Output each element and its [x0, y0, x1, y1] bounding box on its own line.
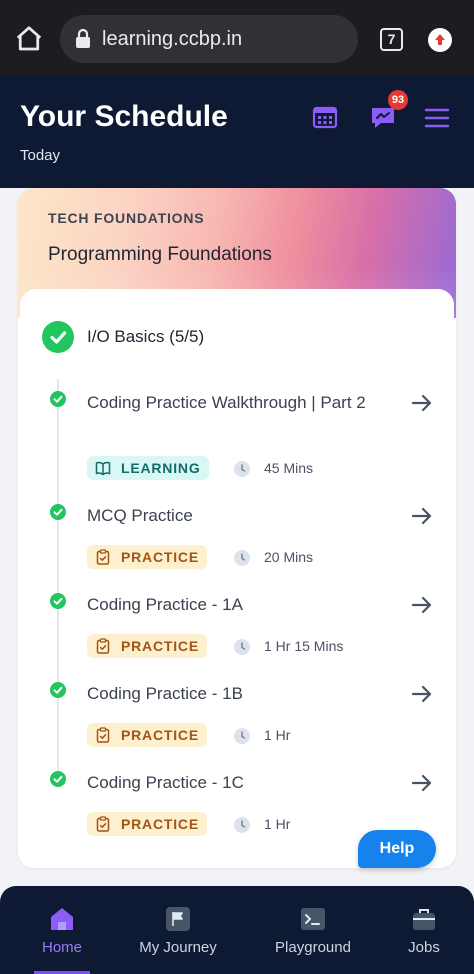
- nav-label: My Journey: [139, 939, 217, 956]
- complete-check-icon: [50, 682, 66, 698]
- course-category: TECH FOUNDATIONS: [48, 210, 205, 226]
- lesson-type-tag: LEARNING: [87, 456, 209, 480]
- page-subtitle: Today: [20, 147, 61, 164]
- url-text: learning.ccbp.in: [102, 28, 243, 50]
- course-card: TECH FOUNDATIONS Programming Foundations…: [18, 188, 456, 868]
- flag-icon: [165, 906, 191, 932]
- clock-icon: [234, 550, 250, 566]
- lesson-duration: 45 Mins: [264, 460, 314, 476]
- lesson-duration: 20 Mins: [264, 549, 314, 565]
- lesson-title[interactable]: Coding Practice - 1B: [87, 679, 387, 708]
- nav-label: Home: [41, 939, 82, 956]
- lesson-title[interactable]: Coding Practice - 1A: [87, 590, 387, 619]
- complete-check-icon: [50, 504, 66, 520]
- briefcase-icon: [411, 906, 437, 932]
- arrow-right-icon[interactable]: [411, 393, 433, 413]
- clipboard-icon: [96, 638, 110, 654]
- lesson-type-tag: PRACTICE: [87, 723, 207, 747]
- nav-label: Playground: [275, 939, 351, 956]
- calendar-icon[interactable]: [312, 104, 338, 130]
- clock-icon: [234, 639, 250, 655]
- nav-label: Jobs: [408, 939, 440, 956]
- course-title: Programming Foundations: [48, 244, 272, 265]
- terminal-icon: [300, 906, 326, 932]
- lesson-title[interactable]: Coding Practice Walkthrough | Part 2: [87, 388, 387, 417]
- clipboard-icon: [96, 549, 110, 565]
- complete-check-icon: [50, 391, 66, 407]
- lesson-title[interactable]: Coding Practice - 1C: [87, 768, 387, 797]
- upload-icon[interactable]: [428, 28, 452, 52]
- browser-toolbar: learning.ccbp.in 7: [0, 0, 474, 76]
- tag-label: PRACTICE: [121, 638, 199, 654]
- section-panel: I/O Basics (5/5) Coding Practice Walkthr…: [20, 289, 454, 868]
- bottom-navigation: Home My Journey Playground Jobs: [0, 886, 474, 974]
- lock-icon: [74, 28, 92, 50]
- home-icon[interactable]: [14, 24, 44, 54]
- notification-badge: 93: [388, 90, 408, 110]
- nav-item-home[interactable]: Home: [14, 886, 110, 974]
- arrow-right-icon[interactable]: [411, 595, 433, 615]
- nav-item-jobs[interactable]: Jobs: [392, 886, 456, 974]
- complete-check-icon: [50, 593, 66, 609]
- tag-label: PRACTICE: [121, 816, 199, 832]
- timeline-line: [57, 379, 59, 779]
- schedule-content: TECH FOUNDATIONS Programming Foundations…: [0, 188, 474, 886]
- section-title[interactable]: I/O Basics (5/5): [87, 327, 204, 347]
- lesson-duration: 1 Hr 15 Mins: [264, 638, 344, 654]
- page-title: Your Schedule: [20, 100, 228, 133]
- clock-icon: [234, 728, 250, 744]
- home-icon: [49, 906, 75, 932]
- lesson-title[interactable]: MCQ Practice: [87, 501, 387, 530]
- nav-item-playground[interactable]: Playground: [262, 886, 364, 974]
- nav-item-my-journey[interactable]: My Journey: [128, 886, 228, 974]
- lesson-duration: 1 Hr: [264, 727, 291, 743]
- tag-label: PRACTICE: [121, 727, 199, 743]
- book-icon: [95, 461, 111, 476]
- complete-check-icon: [50, 771, 66, 787]
- tab-switcher-icon[interactable]: 7: [380, 28, 403, 51]
- lesson-type-tag: PRACTICE: [87, 545, 207, 569]
- help-button[interactable]: Help: [358, 830, 436, 868]
- lesson-duration: 1 Hr: [264, 816, 291, 832]
- clipboard-icon: [96, 727, 110, 743]
- address-bar[interactable]: learning.ccbp.in: [60, 15, 358, 63]
- lesson-type-tag: PRACTICE: [87, 812, 207, 836]
- section-complete-check-icon: [42, 321, 74, 353]
- hamburger-menu-icon[interactable]: [424, 107, 450, 129]
- lesson-type-tag: PRACTICE: [87, 634, 207, 658]
- clock-icon: [234, 817, 250, 833]
- tag-label: PRACTICE: [121, 549, 199, 565]
- arrow-right-icon[interactable]: [411, 506, 433, 526]
- arrow-right-icon[interactable]: [411, 684, 433, 704]
- clipboard-icon: [96, 816, 110, 832]
- clock-icon: [234, 461, 250, 477]
- arrow-right-icon[interactable]: [411, 773, 433, 793]
- tag-label: LEARNING: [121, 460, 201, 476]
